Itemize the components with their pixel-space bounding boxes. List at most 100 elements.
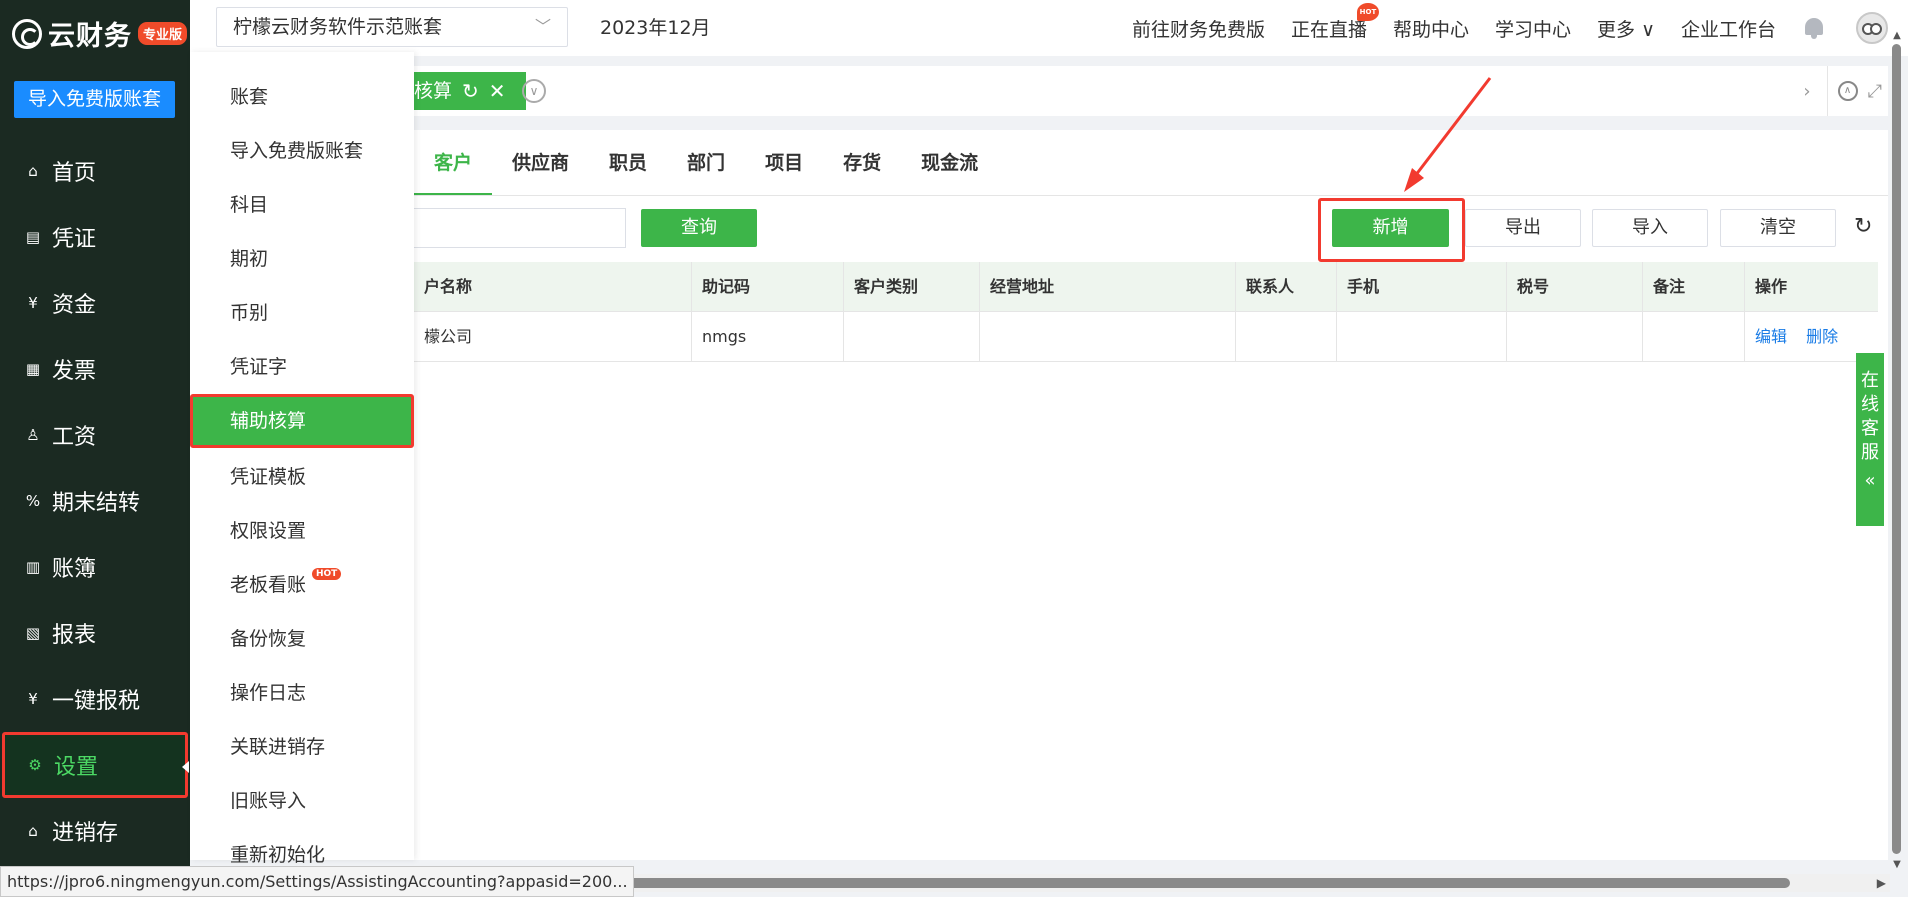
search-input[interactable] — [414, 208, 626, 248]
sidebar-item[interactable]: ⌂ 进销存 — [0, 798, 190, 864]
collapse-up-icon[interactable]: ∧ — [1837, 81, 1858, 101]
sidebar-item[interactable]: ¥ 资金 — [0, 270, 190, 336]
edition-badge: 专业版 — [138, 22, 188, 45]
sidebar-item[interactable]: ▤ 凭证 — [0, 204, 190, 270]
submenu-item-label: 凭证字 — [230, 356, 288, 378]
brand-name: 云财务 — [48, 21, 132, 52]
scrollbar-thumb[interactable] — [620, 878, 1790, 888]
sidebar-item[interactable]: ♙ 工资 — [0, 402, 190, 468]
submenu-item-label: 凭证模板 — [230, 466, 307, 488]
submenu-item[interactable]: 老板看账 HOT — [190, 558, 414, 612]
fullscreen-icon[interactable]: ⤢ — [1868, 81, 1882, 102]
column-header: 助记码 — [692, 262, 844, 311]
sidebar-item-label: 设置 — [54, 755, 99, 780]
export-button[interactable]: 导出 — [1465, 209, 1581, 247]
submenu-item-label: 导入免费版账套 — [230, 140, 364, 162]
sidebar: 云财务 专业版 导入免费版账套 ⌂ 首页 ▤ 凭证 ¥ 资金 ▦ 发票 ♙ 工资% 期末结转 ▥ 账簿 ▧… — [0, 0, 190, 897]
link-learn[interactable]: 学习中心 — [1495, 15, 1571, 42]
link-free-version[interactable]: 前往财务免费版 — [1132, 15, 1265, 42]
query-button[interactable]: 查询 — [641, 209, 757, 247]
submenu-item[interactable]: 辅助核算 — [190, 394, 414, 448]
submenu-item[interactable]: 账套 — [190, 70, 414, 124]
table-row[interactable]: 檬公司 nmgs 编辑 删除 — [414, 312, 1878, 362]
add-button[interactable]: 新增 — [1332, 209, 1449, 247]
cell-mnemonic: nmgs — [692, 312, 844, 361]
submenu-item[interactable]: 旧账导入 — [190, 774, 414, 828]
submenu-item[interactable]: 凭证字 — [190, 340, 414, 394]
sidebar-item[interactable]: % 期末结转 — [0, 468, 190, 534]
link-live-label: 正在直播 — [1290, 18, 1367, 41]
clear-button[interactable]: 清空 — [1720, 209, 1836, 247]
chevron-down-icon: ﹀ — [534, 17, 551, 36]
refresh-icon[interactable]: ↻ — [1854, 214, 1872, 239]
submenu-item-label: 旧账导入 — [230, 790, 307, 812]
report-icon: ▧ — [25, 624, 41, 642]
link-help[interactable]: 帮助中心 — [1393, 15, 1469, 42]
cell-address — [980, 312, 1236, 361]
type-tab[interactable]: 供应商 — [492, 130, 589, 196]
submenu-item[interactable]: 权限设置 — [190, 504, 414, 558]
import-free-account-button[interactable]: 导入免费版账套 — [14, 81, 175, 118]
chevron-down-icon: ∨ — [1641, 18, 1655, 41]
type-tab[interactable]: 客户 — [414, 130, 493, 196]
period-close-icon: % — [25, 492, 41, 510]
sidebar-item-label: 账簿 — [52, 557, 97, 582]
account-select[interactable]: 柠檬云财务软件示范账套 ﹀ — [216, 7, 568, 47]
bell-icon[interactable] — [1802, 16, 1826, 40]
link-enterprise[interactable]: 企业工作台 — [1681, 15, 1776, 42]
scrollbar-thumb[interactable] — [1892, 44, 1901, 854]
inventory-icon: ⌂ — [28, 822, 38, 840]
double-chevron-left-icon: « — [1864, 470, 1876, 491]
sidebar-item[interactable]: ⚙ 设置 — [2, 732, 189, 798]
type-tab[interactable]: 项目 — [745, 130, 823, 196]
type-tab[interactable]: 存货 — [823, 130, 901, 196]
submenu-item-label: 辅助核算 — [230, 410, 307, 432]
sidebar-item[interactable]: ¥ 一键报税 — [0, 666, 190, 732]
cell-category — [844, 312, 980, 361]
submenu-item[interactable]: 导入免费版账套 — [190, 124, 414, 178]
type-tab[interactable]: 职员 — [589, 130, 667, 196]
submenu-item[interactable]: 凭证模板 — [190, 450, 414, 504]
vertical-scrollbar[interactable]: ▲ ▼ — [1890, 30, 1904, 870]
type-tab[interactable]: 现金流 — [901, 130, 998, 196]
sidebar-item[interactable]: ▦ 发票 — [0, 336, 190, 402]
hot-badge: HOT — [312, 568, 342, 580]
submenu-item-label: 权限设置 — [230, 520, 307, 542]
sidebar-item[interactable]: ▧ 报表 — [0, 600, 190, 666]
link-live[interactable]: 正在直播 HOT — [1290, 2, 1379, 42]
sidebar-item[interactable]: ⌂ 首页 — [0, 138, 190, 204]
close-icon[interactable]: ✕ — [489, 72, 506, 110]
edit-link[interactable]: 编辑 — [1755, 327, 1787, 346]
tabs-controls: › ∧ ⤢ — [1803, 66, 1882, 116]
chevron-right-icon[interactable]: › — [1803, 81, 1810, 102]
scroll-right-icon[interactable]: ▶ — [1877, 874, 1886, 892]
logo[interactable]: 云财务 专业版 — [12, 14, 188, 53]
online-service-tab[interactable]: 在线客服 « — [1856, 353, 1884, 526]
delete-link[interactable]: 删除 — [1806, 327, 1838, 346]
refresh-icon[interactable]: ↻ — [462, 72, 479, 110]
home-icon: ⌂ — [28, 162, 38, 180]
main-panel: 客户 供应商 职员 部门 项目 存货 现金流 查询 新增 导出 导入 清空 ↻ 户名称 助记… — [190, 130, 1888, 860]
cell-phone — [1337, 312, 1507, 361]
accounting-period[interactable]: 2023年12月 — [600, 0, 711, 56]
scroll-up-icon[interactable]: ▲ — [1890, 30, 1904, 41]
sidebar-item[interactable]: ▥ 账簿 — [0, 534, 190, 600]
type-tabs: 客户 供应商 职员 部门 项目 存货 现金流 — [414, 130, 998, 196]
submenu-item-label: 操作日志 — [230, 682, 307, 704]
avatar[interactable] — [1856, 12, 1888, 44]
submenu-item[interactable]: 期初 — [190, 232, 414, 286]
submenu-item[interactable]: 关联进销存 — [190, 720, 414, 774]
tab-assisting-accounting[interactable]: 核算 ↻ ✕ — [414, 72, 526, 110]
submenu-item[interactable]: 科目 — [190, 178, 414, 232]
import-button[interactable]: 导入 — [1592, 209, 1708, 247]
top-links: 前往财务免费版 正在直播 HOT 帮助中心 学习中心 更多 ∨ 企业工作台 — [1132, 0, 1908, 56]
submenu-item[interactable]: 备份恢复 — [190, 612, 414, 666]
scroll-down-icon[interactable]: ▼ — [1890, 859, 1904, 870]
sidebar-item-label: 期末结转 — [52, 491, 141, 516]
type-tab[interactable]: 部门 — [667, 130, 745, 196]
submenu-item[interactable]: 币别 — [190, 286, 414, 340]
submenu-item-label: 账套 — [230, 86, 269, 108]
submenu-item[interactable]: 操作日志 — [190, 666, 414, 720]
tab-dropdown-icon[interactable]: ∨ — [522, 79, 546, 103]
link-more[interactable]: 更多 ∨ — [1597, 15, 1655, 42]
